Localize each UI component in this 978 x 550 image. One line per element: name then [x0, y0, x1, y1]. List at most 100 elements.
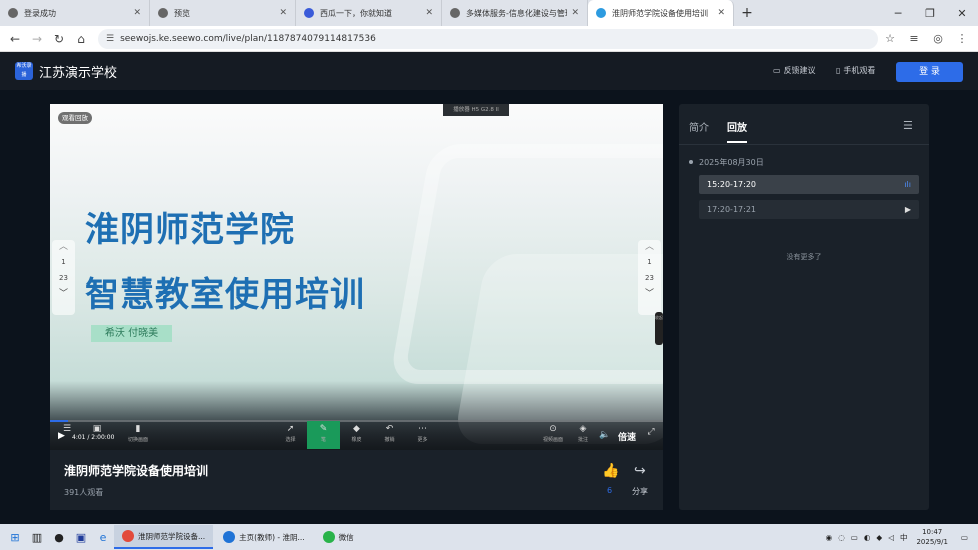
tab-5[interactable]: 淮阴师范学院设备使用培训 ✕ [588, 0, 734, 26]
close-icon[interactable]: ✕ [425, 8, 433, 18]
clock-date: 2025/9/1 [916, 538, 948, 546]
undo-icon: ↶ [385, 424, 394, 434]
site-info-icon[interactable]: ☰ [106, 34, 114, 44]
globe-icon [450, 8, 460, 18]
session-item[interactable]: 15:20-17:20 ılı [699, 175, 919, 194]
chevron-down-icon[interactable]: ﹀ [638, 286, 661, 302]
annotation-layer-button[interactable]: ◈ 批注 [568, 421, 598, 449]
reload-icon[interactable]: ↻ [48, 32, 70, 46]
video-player[interactable]: 观看回放 播放器 H5 G2.8 Il 淮阴师范学院 智慧教室使用培训 希沃 付… [50, 104, 663, 450]
taskbar-app-ie[interactable]: 主页(教师) - 淮阴... [215, 525, 312, 549]
minimize-icon[interactable]: ─ [882, 7, 914, 20]
clock[interactable]: 10:47 2025/9/1 [916, 527, 947, 547]
task-view-icon[interactable]: ▥ [26, 531, 48, 544]
tab-1[interactable]: 登录成功 ✕ [0, 0, 150, 26]
screen-button[interactable]: ▣ [82, 421, 112, 449]
side-panel: 简介 回放 ☰ 2025年08月30日 15:20-17:20 ılı 17:20… [679, 104, 929, 510]
mobile-watch-link[interactable]: ▯ 手机观看 [836, 65, 875, 76]
filter-icon[interactable]: ☰ [903, 119, 913, 132]
video-info: 淮阴师范学院设备使用培训 391人观看 👍 6 ↪ 分享 [50, 450, 663, 510]
like-count: 6 [607, 486, 613, 495]
url-field[interactable]: ☰ seewojs.ke.seewo.com/live/plan/1187874… [98, 28, 878, 49]
tab-replay[interactable]: 回放 [727, 119, 747, 134]
tab-3[interactable]: 西瓜一下，你就知道 ✕ [296, 0, 442, 26]
volume-icon: 🔈 [599, 430, 611, 440]
undo-tool[interactable]: ↶ 撤销 [373, 421, 406, 449]
session-item[interactable]: 17:20-17:21 ▶ [699, 200, 919, 219]
windows-start-icon[interactable]: ⊞ [4, 531, 26, 544]
page-current: 1 [647, 258, 652, 266]
switch-view-button[interactable]: ▮ 切换画面 [118, 421, 158, 449]
layers-icon: ◈ [579, 424, 587, 434]
more-tool[interactable]: ⋯ 更多 [406, 421, 439, 449]
pen-tool[interactable]: ✎ 笔 [307, 421, 340, 449]
eraser-icon: ◆ [353, 424, 360, 434]
network-icon[interactable]: ▭ [851, 533, 858, 542]
page-current: 1 [61, 258, 66, 266]
browser-tab-bar: 登录成功 ✕ 预览 ✕ 西瓜一下，你就知道 ✕ 多媒体服务-信息化建设与管理 ✕ 淮阴师… [0, 0, 978, 26]
tray-icon[interactable]: ◌ [838, 533, 845, 542]
tab-4[interactable]: 多媒体服务-信息化建设与管理 ✕ [442, 0, 588, 26]
tab-intro[interactable]: 简介 [689, 119, 709, 134]
locate-icon: ⊙ [549, 424, 557, 434]
chevron-down-icon[interactable]: ﹀ [52, 286, 75, 302]
annotation-tools: ➚ 选择 ✎ 笔 ◆ 橡皮 ↶ 撤销 ⋯ 更多 [274, 421, 439, 449]
forward-icon[interactable]: → [26, 32, 48, 46]
tab-search-icon[interactable]: ≡ [902, 32, 926, 45]
close-icon[interactable]: ✕ [571, 8, 579, 18]
chevron-up-icon[interactable]: ︿ [52, 240, 75, 254]
menu-icon[interactable]: ⋮ [950, 32, 974, 45]
shield-icon[interactable]: ◆ [876, 533, 882, 542]
select-tool[interactable]: ➚ 选择 [274, 421, 307, 449]
notification-icon[interactable]: ▭ [961, 533, 968, 542]
volume-icon[interactable]: ◁ [888, 533, 894, 542]
fullscreen-button[interactable]: ⤢ [642, 421, 660, 449]
ie-icon [223, 531, 236, 543]
login-button[interactable]: 登 录 [896, 62, 963, 82]
taskbar-app-wechat[interactable]: 微信 [315, 525, 362, 549]
globe-icon [158, 8, 168, 18]
date-dot [689, 160, 693, 164]
pen-icon: ✎ [319, 424, 328, 434]
home-icon[interactable]: ⌂ [70, 32, 92, 46]
speed-button[interactable]: 倍速 [612, 421, 642, 449]
chevron-up-icon[interactable]: ︿ [638, 240, 661, 254]
thumbs-up-icon[interactable]: 👍 [602, 463, 619, 479]
eraser-tool[interactable]: ◆ 橡皮 [340, 421, 373, 449]
volume-button[interactable]: 🔈 [598, 421, 612, 449]
screen-icon: ▣ [92, 424, 102, 434]
photoshop-icon[interactable]: ▣ [70, 531, 92, 544]
video-view-button[interactable]: ⊙ 视频画面 [538, 421, 568, 449]
taskbar-app-chrome[interactable]: 淮阴师范学院设备... [114, 525, 214, 549]
security-icon[interactable]: ◐ [864, 533, 871, 542]
maximize-icon[interactable]: ❐ [914, 7, 946, 20]
system-tray: ◉ ◌ ▭ ◐ ◆ ◁ 中 10:47 2025/9/1 ▭ [823, 524, 978, 550]
list-button[interactable]: ☰ [52, 421, 82, 449]
feedback-link[interactable]: ▭ 反馈建议 [773, 65, 816, 76]
qq-icon[interactable]: ● [48, 531, 70, 544]
close-icon[interactable]: ✕ [279, 8, 287, 18]
right-tools: ⊙ 视频画面 ◈ 批注 🔈 倍速 ⤢ [538, 421, 660, 449]
camera-icon: ▮ [135, 424, 141, 434]
side-collapse-handle[interactable]: 收起 [655, 312, 663, 345]
share-label[interactable]: 分享 [632, 486, 648, 497]
playing-bars-icon: ılı [904, 180, 911, 189]
bookmark-icon[interactable]: ☆ [878, 32, 902, 45]
close-window-icon[interactable]: ✕ [946, 7, 978, 20]
close-icon[interactable]: ✕ [717, 8, 725, 18]
left-tools: ☰ ▣ ▮ 切换画面 [52, 421, 158, 449]
seewo-icon [596, 8, 606, 18]
new-tab-button[interactable]: + [734, 0, 760, 26]
share-icon[interactable]: ↪ [634, 463, 646, 479]
slide-title-line2: 智慧教室使用培训 [85, 275, 365, 315]
wechat-tray-icon[interactable]: ◉ [826, 533, 833, 542]
edge-icon[interactable]: e [92, 531, 114, 544]
tab-2[interactable]: 预览 ✕ [150, 0, 296, 26]
ime-indicator[interactable]: 中 [900, 532, 908, 543]
close-icon[interactable]: ✕ [133, 8, 141, 18]
phone-icon: ▯ [836, 66, 841, 75]
active-tab-indicator [727, 141, 747, 143]
profile-icon[interactable]: ◎ [926, 32, 950, 45]
list-icon: ☰ [62, 424, 72, 434]
back-icon[interactable]: ← [4, 32, 26, 46]
